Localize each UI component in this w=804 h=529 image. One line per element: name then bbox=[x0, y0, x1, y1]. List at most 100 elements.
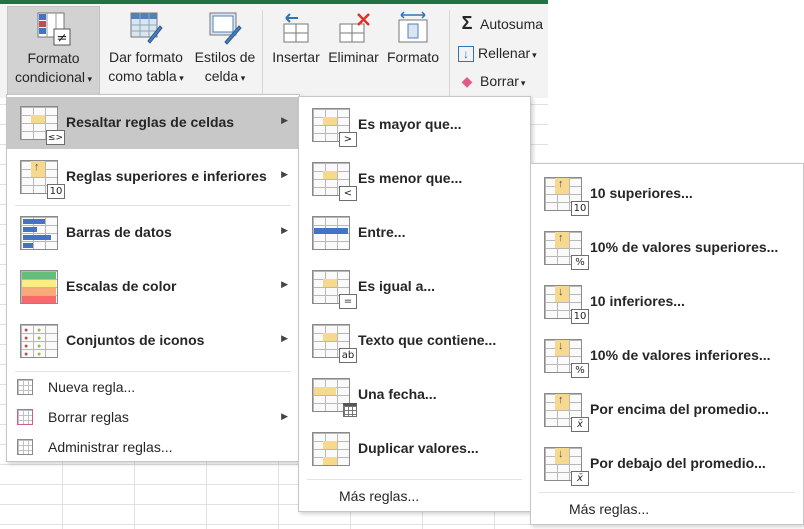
conditional-format-button[interactable]: ≠ Formato condicional bbox=[7, 6, 100, 98]
menu-item-label: Es menor que... bbox=[358, 170, 463, 186]
format-as-table-icon bbox=[128, 10, 164, 46]
eraser-icon: ◆ bbox=[461, 73, 473, 89]
insert-button[interactable]: Insertar bbox=[268, 6, 324, 98]
menu-item-new-rule[interactable]: Nueva regla... bbox=[7, 373, 299, 401]
menu-separator bbox=[15, 371, 291, 372]
menu-item-label: Administrar reglas... bbox=[48, 439, 173, 455]
menu-item-label: Por encima del promedio... bbox=[590, 401, 769, 417]
menu-item-top-bottom-rules[interactable]: ↑ 10 Reglas superiores e inferiores ▶ bbox=[7, 151, 299, 203]
menu-item-clear-rules[interactable]: Borrar reglas ▶ bbox=[7, 403, 299, 431]
menu-item-label: 10 superiores... bbox=[590, 185, 693, 201]
badge: > bbox=[339, 132, 357, 147]
menu-item-equal-to[interactable]: = Es igual a... bbox=[299, 261, 530, 313]
menu-item-label: Por debajo del promedio... bbox=[590, 455, 766, 471]
cell-styles-icon bbox=[207, 10, 243, 46]
badge: 10 bbox=[47, 184, 65, 199]
clear-rules-icon bbox=[17, 409, 33, 425]
menu-item-top-10[interactable]: ↑ 10 10 superiores... bbox=[531, 168, 803, 220]
equal-to-icon: = bbox=[312, 270, 357, 309]
format-label: Formato bbox=[386, 49, 440, 65]
top-bottom-submenu: ↑ 10 10 superiores... ↑ % 10% de valores… bbox=[530, 163, 804, 525]
menu-item-text-contains[interactable]: ab Texto que contiene... bbox=[299, 315, 530, 367]
icon-sets-icon: ● ● ● ● ● ● ● ● bbox=[20, 324, 58, 358]
menu-item-between[interactable]: Entre... bbox=[299, 207, 530, 259]
menu-item-label: Texto que contiene... bbox=[358, 332, 497, 348]
badge: 10 bbox=[571, 309, 589, 324]
menu-item-label: 10% de valores superiores... bbox=[590, 239, 779, 255]
chevron-right-icon: ▶ bbox=[281, 115, 288, 125]
manage-rules-icon bbox=[17, 439, 33, 455]
menu-item-label: Es igual a... bbox=[358, 278, 436, 294]
conditional-format-label-2: condicional bbox=[8, 68, 99, 89]
top-10-percent-icon: ↑ % bbox=[544, 231, 589, 270]
format-as-table-button[interactable]: Dar formato como tabla bbox=[102, 6, 190, 98]
ribbon-separator bbox=[449, 10, 450, 96]
calendar-icon bbox=[312, 378, 357, 417]
new-rule-icon bbox=[17, 379, 33, 395]
menu-item-greater-than[interactable]: > Es mayor que... bbox=[299, 99, 530, 151]
menu-item-less-than[interactable]: < Es menor que... bbox=[299, 153, 530, 205]
menu-item-label: Entre... bbox=[358, 224, 406, 240]
clear-button[interactable]: ◆ Borrar ▾ bbox=[458, 70, 526, 92]
conditional-format-label-1: Formato bbox=[27, 50, 80, 66]
menu-separator bbox=[307, 479, 522, 480]
delete-button[interactable]: Eliminar bbox=[325, 6, 382, 98]
delete-label: Eliminar bbox=[328, 49, 379, 65]
highlight-cells-rules-icon: ≤> bbox=[20, 106, 65, 145]
badge: = bbox=[339, 294, 357, 309]
fill-button[interactable]: ↓ Rellenar ▾ bbox=[458, 42, 537, 64]
bottom-10-percent-icon: ↓ % bbox=[544, 339, 589, 378]
menu-item-label: 10 inferiores... bbox=[590, 293, 685, 309]
menu-item-color-scales[interactable]: Escalas de color ▶ bbox=[7, 261, 299, 313]
ribbon: ≠ Formato condicional Dar formato como t… bbox=[0, 0, 548, 98]
bottom-10-icon: ↓ 10 bbox=[544, 285, 589, 324]
more-rules-link[interactable]: Más reglas... bbox=[339, 488, 419, 504]
format-button[interactable]: Formato bbox=[383, 6, 443, 98]
menu-item-icon-sets[interactable]: ● ● ● ● ● ● ● ● Conjuntos de iconos ▶ bbox=[7, 315, 299, 367]
less-than-icon: < bbox=[312, 162, 357, 201]
menu-item-label: Borrar reglas bbox=[48, 409, 129, 425]
chevron-right-icon: ▶ bbox=[281, 169, 288, 179]
chevron-right-icon: ▶ bbox=[281, 279, 288, 289]
delete-cells-icon bbox=[336, 10, 372, 46]
autosum-label: Autosuma bbox=[480, 16, 544, 32]
menu-item-below-average[interactable]: ↓ x̄ Por debajo del promedio... bbox=[531, 438, 803, 490]
cell-styles-button[interactable]: Estilos de celda bbox=[191, 6, 259, 98]
below-average-icon: ↓ x̄ bbox=[544, 447, 589, 486]
menu-item-duplicate-values[interactable]: Duplicar valores... bbox=[299, 423, 530, 475]
menu-item-label: Resaltar reglas de celdas bbox=[66, 114, 235, 130]
between-icon bbox=[312, 216, 350, 250]
menu-item-label: Barras de datos bbox=[66, 224, 172, 240]
menu-separator bbox=[539, 492, 795, 493]
ribbon-separator bbox=[262, 10, 263, 96]
menu-item-above-average[interactable]: ↑ x̄ Por encima del promedio... bbox=[531, 384, 803, 436]
duplicate-values-icon bbox=[312, 432, 350, 466]
fill-label: Rellenar bbox=[478, 45, 531, 61]
calendar-badge-icon bbox=[343, 403, 357, 417]
menu-item-manage-rules[interactable]: Administrar reglas... bbox=[7, 433, 299, 461]
highlight-cells-submenu: > Es mayor que... < Es menor que... Entr… bbox=[298, 96, 531, 512]
cell-styles-label-2: celda bbox=[191, 67, 259, 88]
conditional-format-menu: ≤> Resaltar reglas de celdas ▶ ↑ 10 Regl… bbox=[6, 94, 300, 462]
chevron-right-icon: ▶ bbox=[281, 411, 288, 421]
menu-item-top-10-percent[interactable]: ↑ % 10% de valores superiores... bbox=[531, 222, 803, 274]
badge: x̄ bbox=[571, 417, 589, 432]
autosum-button[interactable]: Σ Autosuma bbox=[458, 12, 543, 34]
format-cells-icon bbox=[395, 10, 431, 46]
fill-down-icon: ↓ bbox=[458, 46, 474, 62]
chevron-right-icon: ▶ bbox=[281, 333, 288, 343]
conditional-format-icon: ≠ bbox=[36, 11, 72, 47]
insert-label: Insertar bbox=[272, 49, 320, 65]
menu-item-date-occurring[interactable]: Una fecha... bbox=[299, 369, 530, 421]
cell-styles-label-1: Estilos de bbox=[194, 49, 256, 65]
chevron-down-icon: ▾ bbox=[520, 78, 526, 88]
more-rules-link[interactable]: Más reglas... bbox=[569, 501, 649, 517]
menu-item-highlight-cell-rules[interactable]: ≤> Resaltar reglas de celdas ▶ bbox=[7, 97, 299, 149]
badge: % bbox=[571, 363, 589, 378]
menu-item-bottom-10-percent[interactable]: ↓ % 10% de valores inferiores... bbox=[531, 330, 803, 382]
menu-item-data-bars[interactable]: Barras de datos ▶ bbox=[7, 207, 299, 259]
menu-item-label: Reglas superiores e inferiores bbox=[66, 168, 267, 184]
menu-item-bottom-10[interactable]: ↓ 10 10 inferiores... bbox=[531, 276, 803, 328]
above-average-icon: ↑ x̄ bbox=[544, 393, 589, 432]
badge: % bbox=[571, 255, 589, 270]
